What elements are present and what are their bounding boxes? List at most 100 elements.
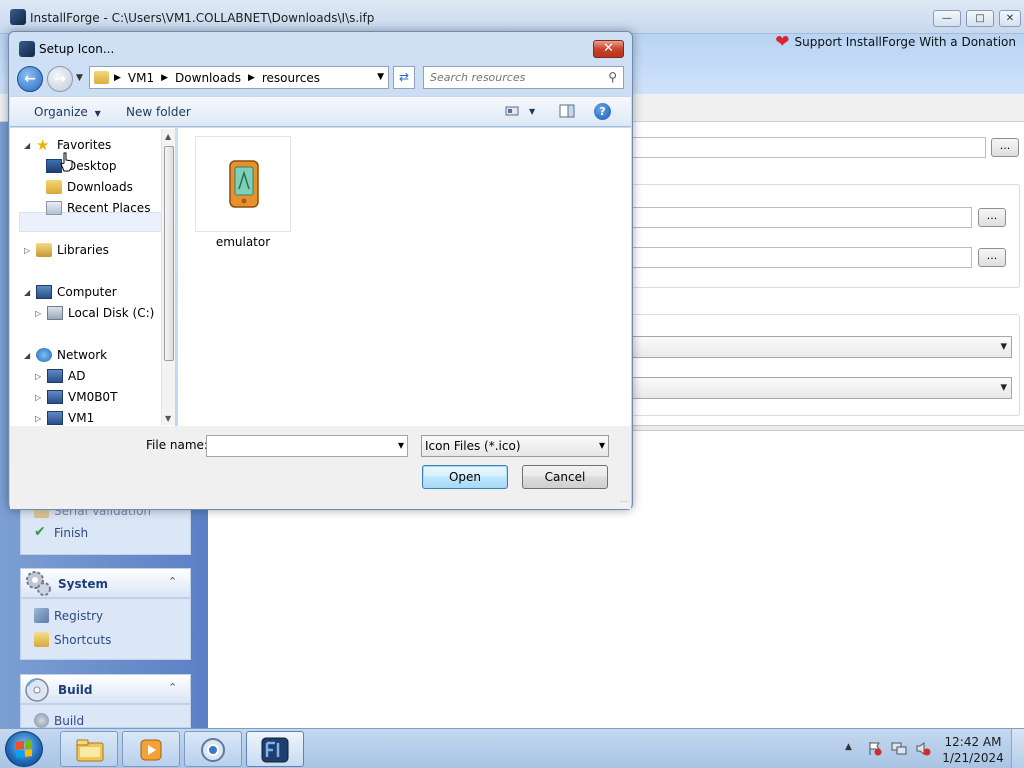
breadcrumb-separator-icon[interactable]: ▶: [114, 71, 121, 86]
maximize-button[interactable]: □: [966, 10, 994, 27]
text-field[interactable]: [628, 137, 986, 158]
file-item-emulator[interactable]: [195, 136, 291, 232]
breadcrumb-resources[interactable]: resources: [262, 71, 320, 86]
tree-item-favorites[interactable]: ◢ ★ Favorites: [24, 138, 112, 153]
taskbar-chrome-button[interactable]: [184, 731, 242, 767]
action-center-flag-icon[interactable]: [867, 741, 883, 756]
recent-places-icon: [46, 201, 62, 215]
view-options-dropdown-icon[interactable]: ▼: [529, 107, 535, 116]
expand-arrow-icon[interactable]: ▷: [35, 309, 45, 318]
forward-button[interactable]: →: [47, 66, 73, 92]
browse-button[interactable]: ...: [991, 138, 1019, 157]
breadcrumb-downloads[interactable]: Downloads: [175, 71, 241, 86]
minimize-button[interactable]: —: [933, 10, 961, 27]
collapse-chevron-icon[interactable]: ⌃: [168, 681, 182, 694]
volume-muted-icon[interactable]: [915, 741, 931, 756]
preview-pane-icon[interactable]: [559, 104, 575, 121]
sidebar-item-shortcuts[interactable]: Shortcuts: [34, 632, 111, 647]
breadcrumb: ▶ VM1 ▶ Downloads ▶ resources: [114, 71, 320, 86]
tree-item-local-disk[interactable]: ▷ Local Disk (C:): [35, 306, 154, 320]
tree-item-vm1[interactable]: ▷ VM1: [35, 411, 94, 425]
taskbar-explorer-button[interactable]: [60, 731, 118, 767]
dialog-close-button[interactable]: ✕: [593, 40, 624, 58]
search-box[interactable]: ⚲: [423, 66, 624, 89]
scroll-down-arrow-icon[interactable]: ▼: [165, 414, 171, 423]
tree-item-libraries[interactable]: ▷ Libraries: [24, 243, 109, 257]
browse-button[interactable]: ...: [978, 248, 1006, 267]
tree-item-ad[interactable]: ▷ AD: [35, 369, 85, 383]
cancel-button[interactable]: Cancel: [522, 465, 608, 489]
change-view-icon[interactable]: [505, 104, 519, 121]
group-box: [628, 184, 1020, 288]
breadcrumb-vm1[interactable]: VM1: [128, 71, 154, 86]
breadcrumb-separator-icon[interactable]: ▶: [161, 71, 168, 86]
back-button[interactable]: ←: [17, 66, 43, 92]
help-icon[interactable]: ?: [594, 103, 611, 120]
tree-label: Favorites: [57, 138, 112, 152]
show-desktop-button[interactable]: [1011, 729, 1024, 768]
expand-arrow-icon[interactable]: ◢: [24, 351, 34, 360]
text-field[interactable]: [628, 247, 972, 268]
sidebar-item-finish[interactable]: ✔ Finish: [34, 525, 88, 540]
windows-logo-icon: [16, 740, 32, 758]
address-dropdown-icon[interactable]: ▼: [377, 72, 384, 82]
system-clock[interactable]: 12:42 AM 1/21/2024: [942, 734, 1004, 766]
sidebar-item-build[interactable]: Build: [34, 713, 84, 728]
sidebar-item-registry[interactable]: Registry: [34, 608, 103, 623]
taskbar: ▲ 12:42 AM 1/21/2024: [0, 728, 1024, 768]
refresh-icon[interactable]: ⇄: [393, 66, 415, 89]
taskbar-media-player-button[interactable]: [122, 731, 180, 767]
folder-shortcut-icon: [34, 632, 49, 647]
main-title-bar: InstallForge - C:\Users\VM1.COLLABNET\Do…: [0, 0, 1024, 34]
expand-arrow-icon[interactable]: ◢: [24, 288, 34, 297]
text-field[interactable]: [628, 207, 972, 228]
taskbar-installforge-button[interactable]: [246, 731, 304, 767]
organize-menu[interactable]: Organize ▼: [34, 105, 101, 119]
tree-item-network[interactable]: ◢ Network: [24, 348, 107, 362]
show-hidden-icons-icon[interactable]: ▲: [845, 742, 852, 752]
tree-item-vm0b0t[interactable]: ▷ VM0B0T: [35, 390, 117, 404]
expand-arrow-icon[interactable]: ▷: [35, 393, 45, 402]
scrollbar-thumb[interactable]: [164, 146, 174, 361]
new-folder-button[interactable]: New folder: [126, 105, 191, 119]
donate-link[interactable]: ❤ Support InstallForge With a Donation: [775, 34, 1016, 51]
file-type-select[interactable]: Icon Files (*.ico): [421, 435, 609, 457]
sidebar-item-label: Finish: [54, 525, 89, 540]
tree-label: Recent Places: [67, 201, 151, 215]
registry-icon: [34, 608, 49, 623]
expand-arrow-icon[interactable]: ▷: [35, 414, 45, 423]
tree-label: VM1: [68, 411, 95, 425]
start-button[interactable]: [5, 731, 43, 767]
expand-arrow-icon[interactable]: ◢: [24, 141, 34, 150]
browse-button[interactable]: ...: [978, 208, 1006, 227]
network-globe-icon: [36, 348, 52, 362]
dropdown[interactable]: [628, 377, 1012, 399]
search-input[interactable]: [430, 69, 600, 86]
clock-date: 1/21/2024: [942, 751, 1004, 765]
resize-grip-icon[interactable]: ⋯: [620, 497, 628, 506]
tree-item-downloads[interactable]: Downloads: [46, 180, 133, 194]
tree-label: Network: [57, 348, 108, 362]
installforge-icon: [261, 737, 289, 763]
tree-label: AD: [68, 369, 86, 383]
address-bar[interactable]: ▶ VM1 ▶ Downloads ▶ resources ▼: [89, 66, 389, 89]
network-status-icon[interactable]: [891, 741, 907, 756]
close-button[interactable]: ✕: [999, 10, 1021, 27]
tree-item-computer[interactable]: ◢ Computer: [24, 285, 117, 299]
navigation-scrollbar[interactable]: ▲ ▼: [161, 129, 175, 425]
system-section-header[interactable]: System ⌃: [20, 568, 191, 598]
open-button[interactable]: Open: [422, 465, 508, 489]
file-name-input[interactable]: [206, 435, 408, 457]
build-section-header[interactable]: Build ⌃: [20, 674, 191, 704]
dropdown[interactable]: [628, 336, 1012, 358]
expand-arrow-icon[interactable]: ▷: [35, 372, 45, 381]
search-icon[interactable]: ⚲: [608, 70, 617, 84]
recent-locations-dropdown-icon[interactable]: ▼: [76, 73, 83, 83]
breadcrumb-separator-icon[interactable]: ▶: [248, 71, 255, 86]
expand-arrow-icon[interactable]: ▷: [24, 246, 34, 255]
tree-item-desktop[interactable]: Desktop: [46, 159, 117, 173]
collapse-chevron-icon[interactable]: ⌃: [168, 575, 182, 588]
tree-item-recent-places[interactable]: Recent Places: [46, 201, 150, 215]
scroll-up-arrow-icon[interactable]: ▲: [165, 132, 171, 141]
installforge-app-icon: [10, 9, 26, 25]
